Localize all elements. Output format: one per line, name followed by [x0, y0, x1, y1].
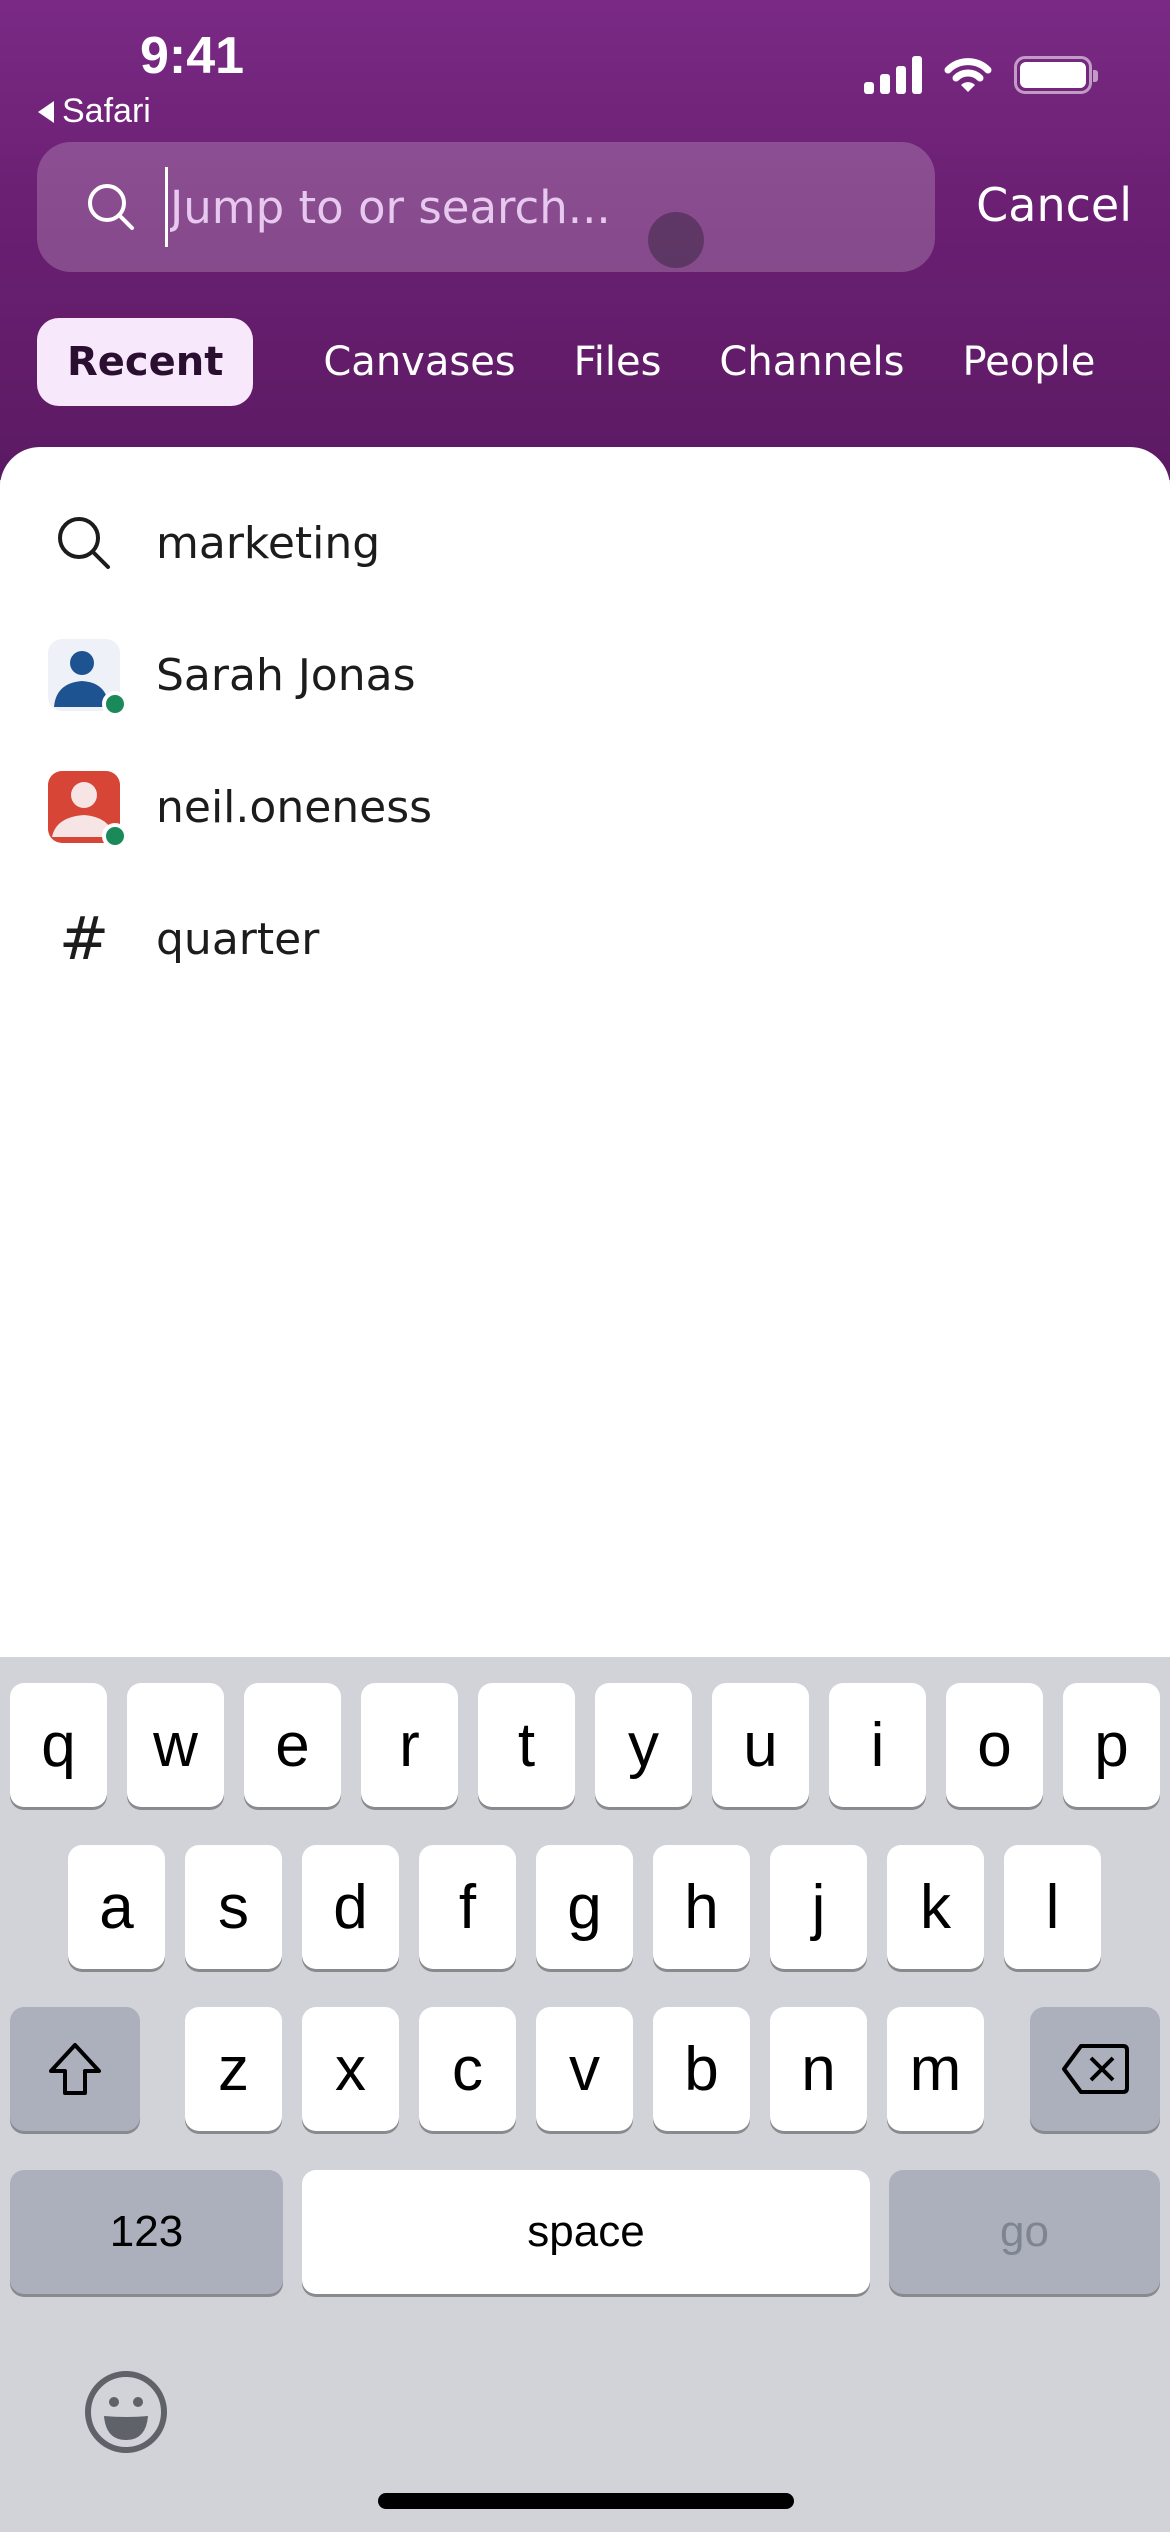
backspace-icon	[1062, 2044, 1129, 2094]
key-p[interactable]: p	[1063, 1683, 1160, 1807]
recent-item-label: neil.oneness	[156, 781, 433, 833]
tab-recent[interactable]: Recent	[37, 318, 254, 406]
tab-files[interactable]: Files	[574, 318, 662, 406]
emoji-keyboard-icon[interactable]	[84, 2370, 168, 2454]
key-k[interactable]: k	[887, 1845, 984, 1969]
status-icons	[864, 56, 1098, 94]
cellular-signal-icon	[864, 56, 922, 94]
key-z[interactable]: z	[185, 2007, 282, 2131]
key-n[interactable]: n	[770, 2007, 867, 2131]
shift-key[interactable]	[10, 2007, 140, 2131]
home-indicator	[378, 2493, 794, 2509]
key-o[interactable]: o	[946, 1683, 1043, 1807]
key-x[interactable]: x	[302, 2007, 399, 2131]
search-field[interactable]	[37, 142, 935, 272]
tab-canvases[interactable]: Canvases	[323, 318, 515, 406]
key-m[interactable]: m	[887, 2007, 984, 2131]
touch-indicator	[648, 212, 704, 268]
header: 9:41 Safari Cancel Recent Canvases Files…	[0, 0, 1170, 480]
recent-item-person[interactable]: Sarah Jonas	[0, 620, 1170, 730]
key-w[interactable]: w	[127, 1683, 224, 1807]
delete-key[interactable]	[1030, 2007, 1160, 2131]
space-key[interactable]: space	[302, 2170, 870, 2294]
tab-channels[interactable]: Channels	[719, 318, 904, 406]
hash-icon: #	[58, 904, 110, 974]
key-a[interactable]: a	[68, 1845, 165, 1969]
key-f[interactable]: f	[419, 1845, 516, 1969]
recent-item-search[interactable]: marketing	[0, 488, 1170, 598]
key-e[interactable]: e	[244, 1683, 341, 1807]
key-g[interactable]: g	[536, 1845, 633, 1969]
key-j[interactable]: j	[770, 1845, 867, 1969]
key-t[interactable]: t	[478, 1683, 575, 1807]
numbers-key[interactable]: 123	[10, 2170, 283, 2294]
search-input[interactable]	[165, 167, 935, 247]
key-y[interactable]: y	[595, 1683, 692, 1807]
avatar	[48, 639, 128, 717]
key-s[interactable]: s	[185, 1845, 282, 1969]
keyboard: q w e r t y u i o p a s d f g h j k l z x c v b n m 123 space go	[0, 1657, 1170, 2532]
avatar	[48, 771, 128, 849]
status-time: 9:41	[140, 27, 245, 85]
cancel-button[interactable]: Cancel	[976, 178, 1132, 232]
key-v[interactable]: v	[536, 2007, 633, 2131]
recent-item-label: quarter	[156, 913, 320, 965]
recent-list: marketing Sarah Jonas neil.oneness # qua…	[0, 447, 1170, 1657]
filter-tabs: Recent Canvases Files Channels People	[37, 318, 1153, 406]
presence-online-indicator	[102, 823, 128, 849]
key-r[interactable]: r	[361, 1683, 458, 1807]
back-to-safari-button[interactable]: Safari	[38, 92, 151, 131]
key-q[interactable]: q	[10, 1683, 107, 1807]
back-app-label: Safari	[62, 92, 151, 130]
presence-online-indicator	[102, 691, 128, 717]
recent-item-person[interactable]: neil.oneness	[0, 752, 1170, 862]
key-i[interactable]: i	[829, 1683, 926, 1807]
recent-item-label: marketing	[156, 517, 381, 569]
key-l[interactable]: l	[1004, 1845, 1101, 1969]
wifi-icon	[944, 58, 992, 92]
key-h[interactable]: h	[653, 1845, 750, 1969]
search-icon	[58, 517, 110, 569]
recent-item-channel[interactable]: # quarter	[0, 884, 1170, 994]
shift-icon	[49, 2043, 101, 2095]
recent-item-label: Sarah Jonas	[156, 649, 416, 701]
go-key[interactable]: go	[889, 2170, 1160, 2294]
key-b[interactable]: b	[653, 2007, 750, 2131]
key-d[interactable]: d	[302, 1845, 399, 1969]
tab-people[interactable]: People	[962, 318, 1095, 406]
battery-icon	[1014, 56, 1098, 94]
back-arrow-icon	[38, 100, 54, 123]
search-icon	[88, 184, 134, 230]
key-c[interactable]: c	[419, 2007, 516, 2131]
key-u[interactable]: u	[712, 1683, 809, 1807]
